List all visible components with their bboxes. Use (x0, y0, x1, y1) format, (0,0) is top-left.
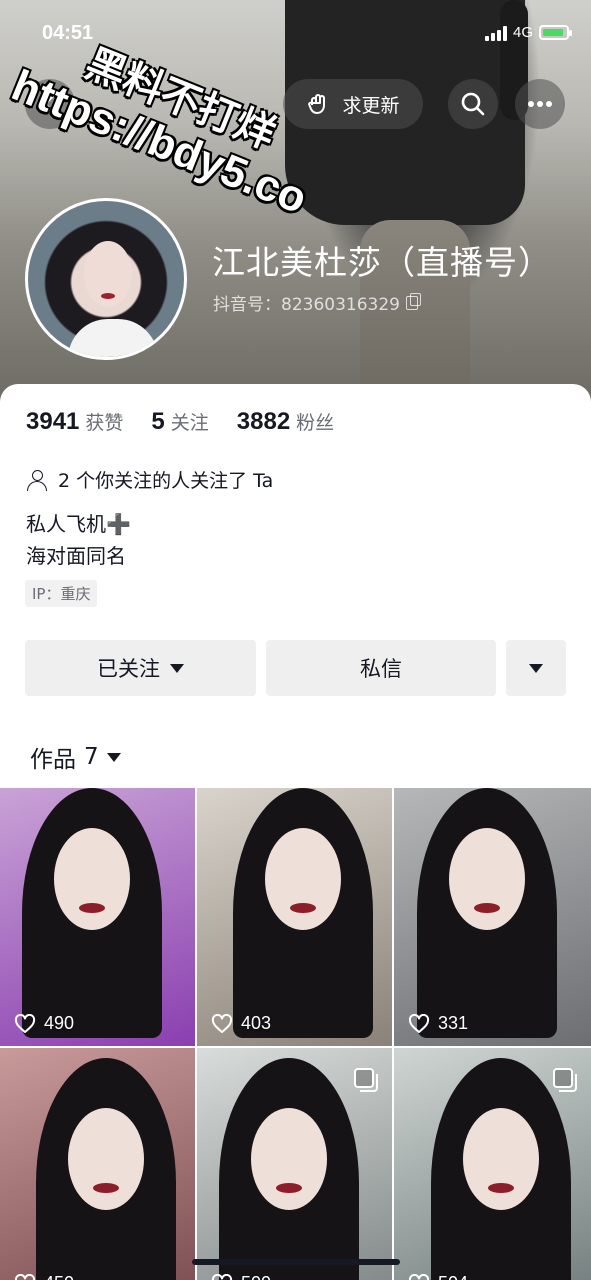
status-time: 04:51 (42, 22, 94, 44)
stat-likes: 3941 获赞 (26, 408, 123, 436)
video-tile[interactable]: 490 (0, 788, 195, 1046)
battery-icon (539, 25, 572, 40)
heart-icon (14, 1013, 36, 1033)
thumbnail-lips (92, 1183, 119, 1193)
caret-down-icon (170, 663, 184, 673)
mutual-follow-text: 2 个你关注的人关注了 Ta (58, 470, 274, 492)
thumbnail-face (264, 828, 341, 930)
video-like-count: 450 (14, 1273, 74, 1280)
like-count-text: 403 (241, 1013, 272, 1033)
multi-image-icon (354, 1068, 378, 1092)
signal-icon (484, 25, 507, 41)
request-update-label: 求更新 (342, 94, 400, 117)
video-tile[interactable]: 403 (197, 788, 392, 1046)
like-count-text: 450 (44, 1273, 74, 1280)
search-button[interactable] (448, 79, 498, 129)
video-like-count: 331 (408, 1013, 468, 1034)
followed-label: 已关注 (97, 657, 160, 681)
caret-down-icon (529, 663, 543, 673)
like-count-text: 490 (44, 1013, 75, 1033)
home-indicator (192, 1259, 400, 1265)
bio-line-2: 海对面同名 (26, 544, 126, 568)
more-dots-icon (528, 101, 552, 107)
douyin-id[interactable]: 抖音号：82360316329 (213, 290, 421, 315)
thumbnail-face (67, 1108, 144, 1210)
video-like-count: 504 (408, 1273, 468, 1280)
stat-value: 5 (151, 408, 165, 435)
video-like-count: 403 (211, 1013, 271, 1034)
video-tile[interactable]: 500 (197, 1048, 392, 1280)
caret-down-icon (106, 752, 121, 762)
like-count-text: 500 (241, 1273, 271, 1280)
stat-label: 获赞 (85, 412, 124, 434)
stat-value: 3941 (26, 408, 80, 435)
thumbnail-lips (275, 1183, 302, 1193)
message-label: 私信 (360, 657, 402, 681)
video-grid: 490 403 331 450 500 504 (0, 788, 591, 1280)
works-tab[interactable]: 作品 7 (30, 740, 121, 774)
mutual-follow-row[interactable]: 2 个你关注的人关注了 Ta (26, 466, 273, 493)
avatar[interactable] (25, 198, 187, 360)
heart-icon (408, 1273, 430, 1280)
thumbnail-face (462, 1108, 539, 1210)
works-count: 7 (84, 744, 99, 770)
heart-icon (211, 1273, 233, 1280)
stat-label: 粉丝 (296, 412, 335, 434)
video-like-count: 500 (211, 1273, 271, 1280)
back-button[interactable] (25, 79, 75, 129)
bio-line-1: 私人飞机➕ (26, 512, 131, 536)
thumbnail-face (448, 828, 525, 930)
like-count-text: 331 (438, 1013, 469, 1033)
like-count-text: 504 (438, 1273, 468, 1280)
message-button[interactable]: 私信 (266, 640, 496, 696)
search-icon (461, 92, 485, 116)
thumbnail-lips (473, 903, 500, 913)
stat-value: 3882 (236, 408, 291, 435)
request-update-button[interactable]: 求更新 (283, 79, 423, 129)
network-type: 4G (512, 24, 533, 41)
more-options-button[interactable] (515, 79, 565, 129)
video-tile[interactable]: 504 (394, 1048, 591, 1280)
thumbnail-face (53, 828, 130, 930)
person-icon (26, 469, 48, 491)
thumbnail-lips (289, 903, 316, 913)
works-tab-label: 作品 (30, 747, 76, 773)
multi-image-icon (553, 1068, 577, 1092)
stat-label: 关注 (170, 412, 209, 434)
video-like-count: 490 (14, 1013, 74, 1034)
status-icons: 4G (484, 24, 572, 41)
chevron-left-icon (43, 94, 55, 114)
douyin-id-text: 抖音号：82360316329 (213, 295, 400, 315)
copy-icon[interactable] (405, 292, 421, 310)
thumbnail-face (250, 1108, 327, 1210)
video-tile[interactable]: 450 (0, 1048, 195, 1280)
heart-icon (408, 1013, 430, 1033)
heart-icon (14, 1273, 36, 1280)
thumbnail-lips (78, 903, 105, 913)
followed-button[interactable]: 已关注 (25, 640, 256, 696)
hand-icon (308, 94, 326, 114)
stat-followers[interactable]: 3882 粉丝 (237, 408, 334, 436)
recommend-dropdown-button[interactable] (506, 640, 566, 696)
ip-location-tag: IP：重庆 (25, 580, 98, 607)
profile-stats: 3941 获赞 5 关注 3882 粉丝 (26, 408, 362, 436)
stat-following[interactable]: 5 关注 (151, 408, 208, 436)
thumbnail-lips (487, 1183, 514, 1193)
heart-icon (211, 1013, 233, 1033)
video-tile[interactable]: 331 (394, 788, 591, 1046)
profile-nickname: 江北美杜莎（直播号） (212, 243, 552, 282)
